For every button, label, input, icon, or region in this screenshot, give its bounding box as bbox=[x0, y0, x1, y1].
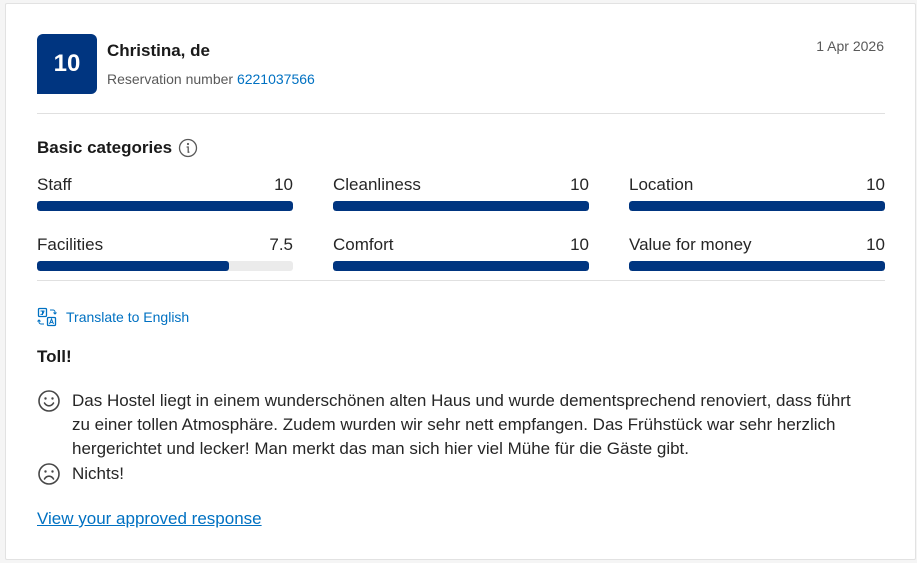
translate-icon bbox=[37, 307, 57, 327]
positive-comment: Das Hostel liegt in einem wunderschönen … bbox=[37, 389, 872, 461]
category-score: 10 bbox=[570, 235, 589, 254]
category-value-for-money: Value for money 10 bbox=[629, 235, 885, 271]
category-bar bbox=[37, 201, 293, 211]
negative-text: Nichts! bbox=[72, 464, 124, 483]
review-card: 10 Christina, de Reservation number 6221… bbox=[5, 3, 916, 560]
categories-title: Basic categories bbox=[37, 138, 173, 157]
category-label: Comfort bbox=[333, 235, 394, 254]
category-bar-fill bbox=[333, 261, 589, 271]
reservation-number-link[interactable]: 6221037566 bbox=[237, 71, 315, 87]
info-icon[interactable] bbox=[178, 138, 198, 158]
view-response-link[interactable]: View your approved response bbox=[37, 509, 262, 529]
divider bbox=[37, 113, 885, 114]
category-label: Cleanliness bbox=[333, 175, 421, 194]
category-score: 10 bbox=[866, 235, 885, 254]
review-date: 1 Apr 2026 bbox=[816, 38, 884, 54]
category-label: Value for money bbox=[629, 235, 752, 254]
smiley-happy-icon bbox=[37, 389, 61, 413]
category-staff: Staff 10 bbox=[37, 175, 293, 211]
categories-heading: Basic categories bbox=[37, 138, 198, 158]
review-score-badge: 10 bbox=[37, 34, 97, 94]
translate-button[interactable]: Translate to English bbox=[37, 307, 189, 327]
category-bar bbox=[629, 201, 885, 211]
category-label: Location bbox=[629, 175, 694, 194]
divider bbox=[37, 280, 885, 281]
category-bar bbox=[37, 261, 293, 271]
negative-comment: Nichts! bbox=[37, 462, 872, 486]
category-bar-fill bbox=[629, 261, 885, 271]
category-score: 10 bbox=[866, 175, 885, 194]
translate-label: Translate to English bbox=[66, 309, 190, 325]
reservation-label: Reservation number bbox=[107, 71, 234, 87]
category-bar bbox=[629, 261, 885, 271]
category-score: 10 bbox=[274, 175, 293, 194]
positive-text: Das Hostel liegt in einem wunderschönen … bbox=[72, 391, 851, 458]
guest-name: Christina, de bbox=[107, 41, 210, 60]
category-facilities: Facilities 7.5 bbox=[37, 235, 293, 271]
category-score: 10 bbox=[570, 175, 589, 194]
category-bar bbox=[333, 261, 589, 271]
category-bar-fill bbox=[629, 201, 885, 211]
category-cleanliness: Cleanliness 10 bbox=[333, 175, 589, 211]
category-label: Staff bbox=[37, 175, 72, 194]
smiley-sad-icon bbox=[37, 462, 61, 486]
category-comfort: Comfort 10 bbox=[333, 235, 589, 271]
category-label: Facilities bbox=[37, 235, 104, 254]
category-bar-fill bbox=[333, 201, 589, 211]
reservation-info: Reservation number 6221037566 bbox=[107, 71, 315, 87]
category-score: 7.5 bbox=[269, 235, 293, 254]
category-bar bbox=[333, 201, 589, 211]
category-bar-fill bbox=[37, 201, 293, 211]
category-bar-fill bbox=[37, 261, 229, 271]
category-location: Location 10 bbox=[629, 175, 885, 211]
review-title: Toll! bbox=[37, 347, 72, 366]
